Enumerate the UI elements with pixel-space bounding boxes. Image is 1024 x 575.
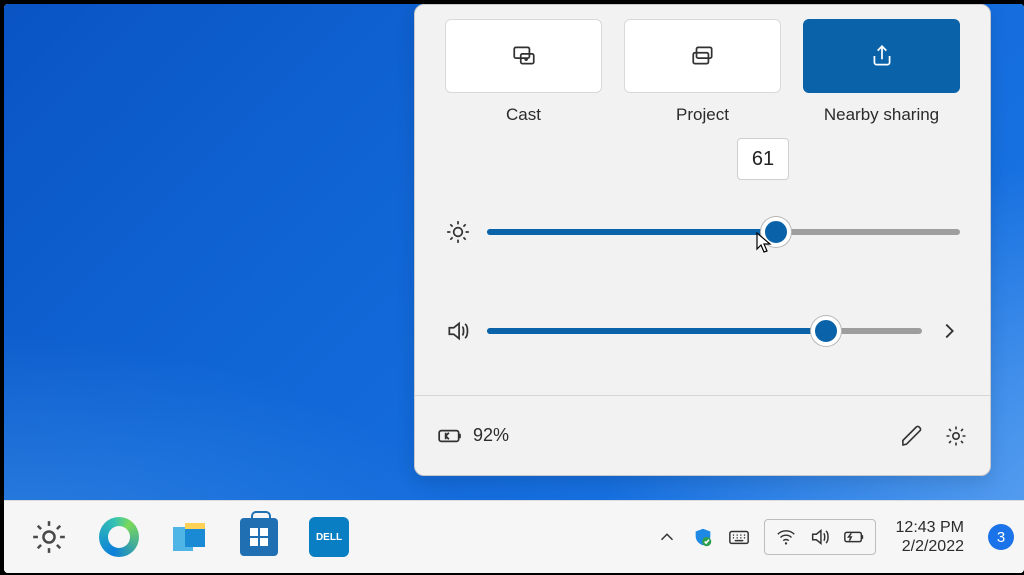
wifi-icon xyxy=(775,526,797,548)
brightness-slider-thumb[interactable] xyxy=(761,217,791,247)
tray-battery-icon xyxy=(843,526,865,548)
edge-app-button[interactable] xyxy=(92,510,146,564)
cast-label: Cast xyxy=(445,105,602,125)
volume-icon xyxy=(445,318,471,344)
settings-app-button[interactable] xyxy=(22,510,76,564)
windows-security-icon[interactable] xyxy=(692,526,714,548)
system-tray: 12:43 PM 2/2/2022 3 xyxy=(656,518,1014,556)
share-icon xyxy=(869,43,895,69)
volume-slider-thumb[interactable] xyxy=(811,316,841,346)
file-explorer-icon xyxy=(169,517,209,557)
tray-volume-icon xyxy=(809,526,831,548)
cast-icon xyxy=(511,43,537,69)
battery-icon xyxy=(437,423,463,449)
project-tile[interactable] xyxy=(624,19,781,93)
tray-overflow-chevron-icon[interactable] xyxy=(656,526,678,548)
taskbar-clock[interactable]: 12:43 PM 2/2/2022 xyxy=(896,518,964,556)
taskbar-time: 12:43 PM xyxy=(896,518,964,537)
microsoft-store-icon xyxy=(240,518,278,556)
volume-flyout-chevron-icon[interactable] xyxy=(938,320,960,342)
nearby-sharing-label: Nearby sharing xyxy=(803,105,960,125)
battery-status[interactable]: 92% xyxy=(437,423,509,449)
project-label: Project xyxy=(624,105,781,125)
brightness-tooltip: 61 xyxy=(737,138,789,180)
touch-keyboard-icon[interactable] xyxy=(728,526,750,548)
taskbar: DELL 12:43 PM 2/2/2022 3 xyxy=(4,500,1024,573)
edit-icon[interactable] xyxy=(900,424,924,448)
nearby-sharing-tile[interactable] xyxy=(803,19,960,93)
dell-app-button[interactable]: DELL xyxy=(302,510,356,564)
project-icon xyxy=(690,43,716,69)
volume-slider[interactable] xyxy=(487,328,922,334)
notification-badge[interactable]: 3 xyxy=(988,524,1014,550)
brightness-slider[interactable] xyxy=(487,229,960,235)
edge-icon xyxy=(99,517,139,557)
cast-tile[interactable] xyxy=(445,19,602,93)
file-explorer-app-button[interactable] xyxy=(162,510,216,564)
microsoft-store-app-button[interactable] xyxy=(232,510,286,564)
brightness-icon xyxy=(445,219,471,245)
network-volume-battery-button[interactable] xyxy=(764,519,876,555)
dell-icon: DELL xyxy=(309,517,349,557)
taskbar-date: 2/2/2022 xyxy=(896,537,964,556)
settings-gear-icon[interactable] xyxy=(944,424,968,448)
battery-percent: 92% xyxy=(473,425,509,446)
quick-settings-panel: Cast Project Nearby sharing 92% xyxy=(414,4,991,476)
